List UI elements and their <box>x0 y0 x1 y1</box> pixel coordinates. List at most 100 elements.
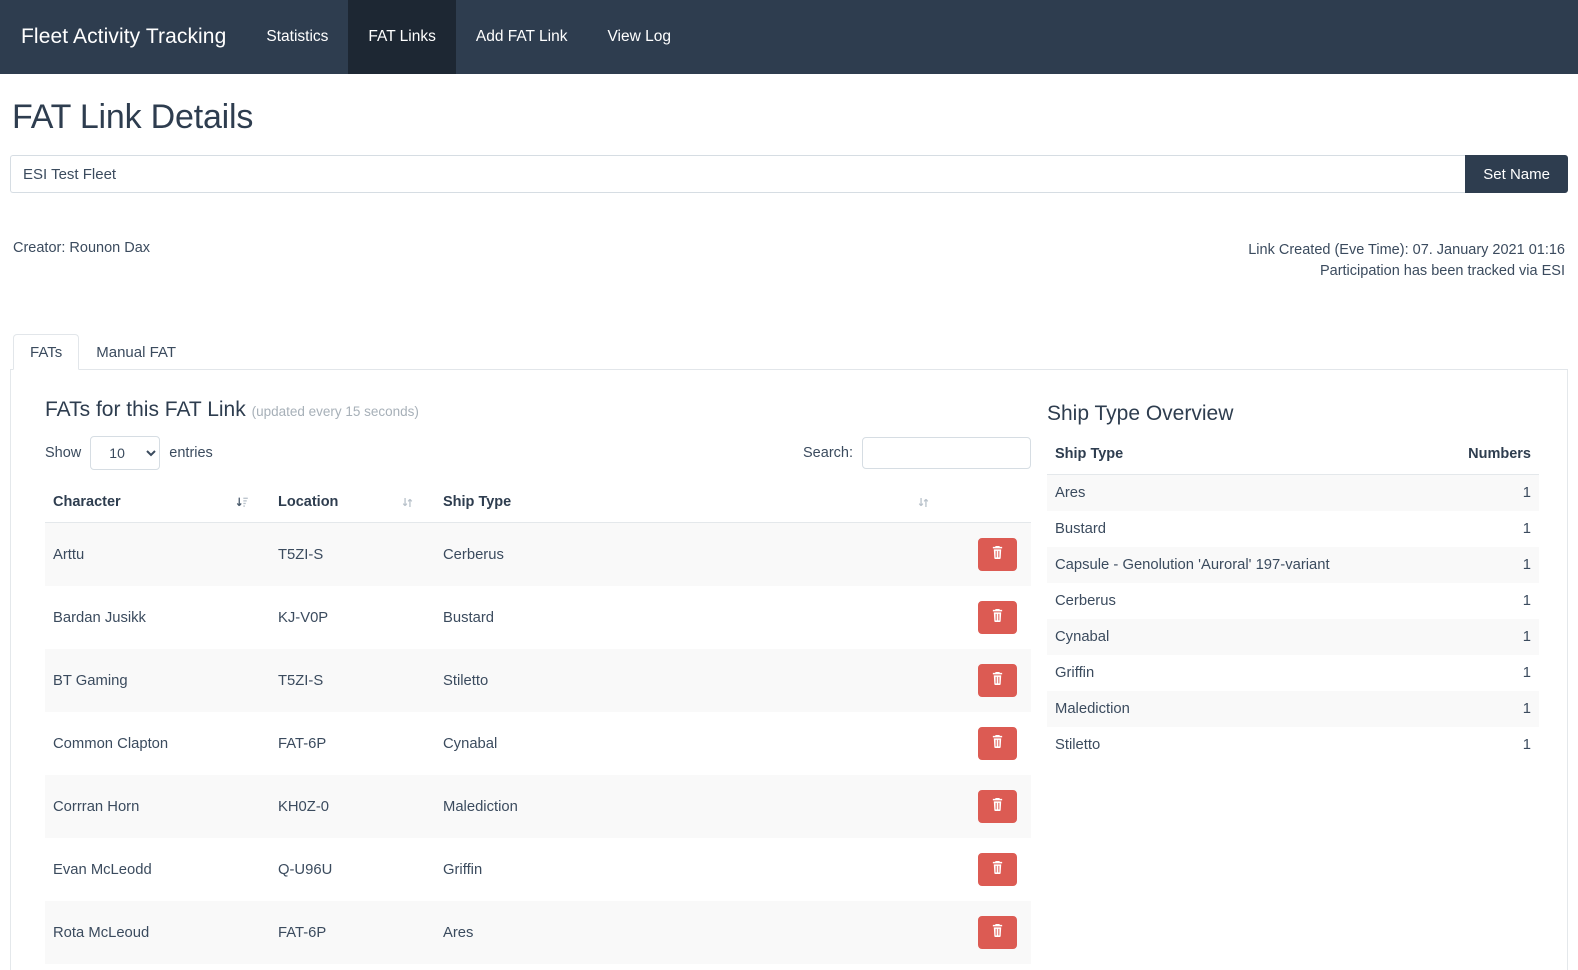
table-row: Corrran Horn KH0Z-0 Malediction <box>45 775 1031 838</box>
delete-fat-button[interactable] <box>978 538 1017 571</box>
nav-item-add-fat-link[interactable]: Add FAT Link <box>456 0 588 74</box>
tracking-note-label: Participation has been tracked via ESI <box>1319 263 1565 279</box>
table-row: Common Clapton FAT-6P Cynabal <box>45 712 1031 775</box>
cell-actions <box>951 712 1031 775</box>
delete-fat-button[interactable] <box>978 727 1017 760</box>
fat-link-name-form: Set Name <box>10 155 1568 193</box>
ship-type-overview-table: Ship Type Numbers Ares 1 Bustard 1 Capsu… <box>1047 440 1539 763</box>
delete-fat-button[interactable] <box>978 916 1017 949</box>
datatable-controls: Show 10 25 50 100 entries Search: <box>45 436 1031 470</box>
fats-table-body: Arttu T5ZI-S Cerberus Bardan Jusikk KJ-V… <box>45 522 1031 970</box>
cell-actions <box>951 901 1031 964</box>
cell-character: Rota McLeoud <box>53 924 150 941</box>
cell-actions <box>951 838 1031 901</box>
cell-location: FAT-6P <box>278 924 327 941</box>
page-title: FAT Link Details <box>12 98 254 136</box>
cell-count: 1 <box>1522 701 1531 717</box>
ship-type-overview-heading: Ship Type Overview <box>1047 402 1234 425</box>
cell-actions <box>951 523 1031 587</box>
list-item: Malediction 1 <box>1047 691 1539 727</box>
entries-length-control: Show 10 25 50 100 entries <box>45 436 213 470</box>
cell-location: KJ-V0P <box>278 609 329 626</box>
delete-fat-button[interactable] <box>978 790 1017 823</box>
cell-count: 1 <box>1522 521 1531 537</box>
cell-count: 1 <box>1522 665 1531 681</box>
list-item: Griffin 1 <box>1047 655 1539 691</box>
fats-panel-heading: FATs for this FAT Link (updated every 15… <box>45 398 1031 422</box>
cell-location: T5ZI-S <box>278 672 324 689</box>
delete-fat-button[interactable] <box>978 664 1017 697</box>
fats-table: Character Location Ship Type Arttu T5ZI-… <box>45 486 1031 970</box>
list-item: Cynabal 1 <box>1047 619 1539 655</box>
column-header-ship-type-label: Ship Type <box>443 494 512 510</box>
sort-asc-icon <box>236 496 252 509</box>
fats-card: FATs for this FAT Link (updated every 15… <box>10 370 1568 970</box>
column-header-actions <box>951 486 1031 523</box>
fat-link-name-input[interactable] <box>10 155 1466 193</box>
list-item: Bustard 1 <box>1047 511 1539 547</box>
table-row: Bardan Jusikk KJ-V0P Bustard <box>45 586 1031 649</box>
cell-location: KH0Z-0 <box>278 798 329 815</box>
search-input[interactable] <box>862 437 1031 469</box>
creator-label: Creator: Rounon Dax <box>13 240 151 256</box>
cell-ship-type: Bustard <box>1055 521 1106 537</box>
list-item: Capsule - Genolution 'Auroral' 197-varia… <box>1047 547 1539 583</box>
cell-location: T5ZI-S <box>278 546 324 563</box>
cell-actions <box>951 586 1031 649</box>
delete-fat-button[interactable] <box>978 853 1017 886</box>
nav-item-statistics[interactable]: Statistics <box>246 0 348 74</box>
cell-actions <box>951 775 1031 838</box>
cell-actions <box>951 964 1031 970</box>
column-header-character-label: Character <box>53 494 121 510</box>
ship-overview-header-row: Ship Type Numbers <box>1047 440 1539 475</box>
search-label: Search: <box>803 445 853 461</box>
cell-character: Corrran Horn <box>53 798 140 815</box>
link-created-label: Link Created (Eve Time): 07. January 202… <box>1248 242 1565 258</box>
nav-item-fat-links[interactable]: FAT Links <box>348 0 456 74</box>
column-header-character[interactable]: Character <box>45 486 270 523</box>
main-navbar: Fleet Activity Tracking Statistics FAT L… <box>0 0 1578 74</box>
column-header-location[interactable]: Location <box>270 486 435 523</box>
cell-count: 1 <box>1522 737 1531 753</box>
list-item: Cerberus 1 <box>1047 583 1539 619</box>
list-item: Stiletto 1 <box>1047 727 1539 763</box>
cell-ship-type: Cerberus <box>443 546 504 563</box>
cell-ship-type: Capsule - Genolution 'Auroral' 197-varia… <box>435 964 951 970</box>
show-label: Show <box>45 445 82 461</box>
fats-panel-subtitle: (updated every 15 seconds) <box>251 404 419 419</box>
cell-ship-type: Bustard <box>443 609 494 626</box>
cell-count: 1 <box>1522 593 1531 609</box>
fat-link-meta: Creator: Rounon Dax Link Created (Eve Ti… <box>10 240 1568 282</box>
tab-manual-fat[interactable]: Manual FAT <box>79 334 193 370</box>
fats-table-header-row: Character Location Ship Type <box>45 486 1031 523</box>
cell-ship-type: Capsule - Genolution 'Auroral' 197-varia… <box>1055 557 1330 573</box>
cell-ship-type: Cynabal <box>443 735 498 752</box>
trash-icon <box>991 797 1004 816</box>
cell-ship-type: Cerberus <box>1055 593 1116 609</box>
entries-length-select[interactable]: 10 25 50 100 <box>90 436 161 470</box>
page-container: FAT Link Details Set Name Creator: Rouno… <box>0 98 1578 970</box>
delete-fat-button[interactable] <box>978 601 1017 634</box>
trash-icon <box>991 860 1004 879</box>
set-name-button[interactable]: Set Name <box>1465 155 1568 193</box>
ship-type-overview-column: Ship Type Overview Ship Type Numbers Are… <box>1031 388 1549 970</box>
navbar-brand[interactable]: Fleet Activity Tracking <box>0 0 246 74</box>
content-tabs: FATs Manual FAT <box>10 334 1568 370</box>
table-row: Arttu T5ZI-S Cerberus <box>45 522 1031 587</box>
list-item: Ares 1 <box>1047 474 1539 511</box>
nav-item-view-log[interactable]: View Log <box>588 0 691 74</box>
ship-overview-head: Ship Type Numbers <box>1047 440 1539 475</box>
cell-location: T5ZI-S <box>270 964 435 970</box>
cell-character: Arttu <box>53 546 85 563</box>
tab-fats[interactable]: FATs <box>13 334 80 370</box>
cell-character: Rounon Dax <box>45 964 270 970</box>
cell-location: Q-U96U <box>278 861 333 878</box>
table-row: BT Gaming T5ZI-S Stiletto <box>45 649 1031 712</box>
cell-location: FAT-6P <box>278 735 327 752</box>
cell-count: 1 <box>1522 557 1531 573</box>
trash-icon <box>991 734 1004 753</box>
trash-icon <box>991 545 1004 564</box>
cell-ship-type: Malediction <box>443 798 518 815</box>
column-header-ship-type[interactable]: Ship Type <box>435 486 951 523</box>
cell-ship-type: Stiletto <box>1055 737 1101 753</box>
